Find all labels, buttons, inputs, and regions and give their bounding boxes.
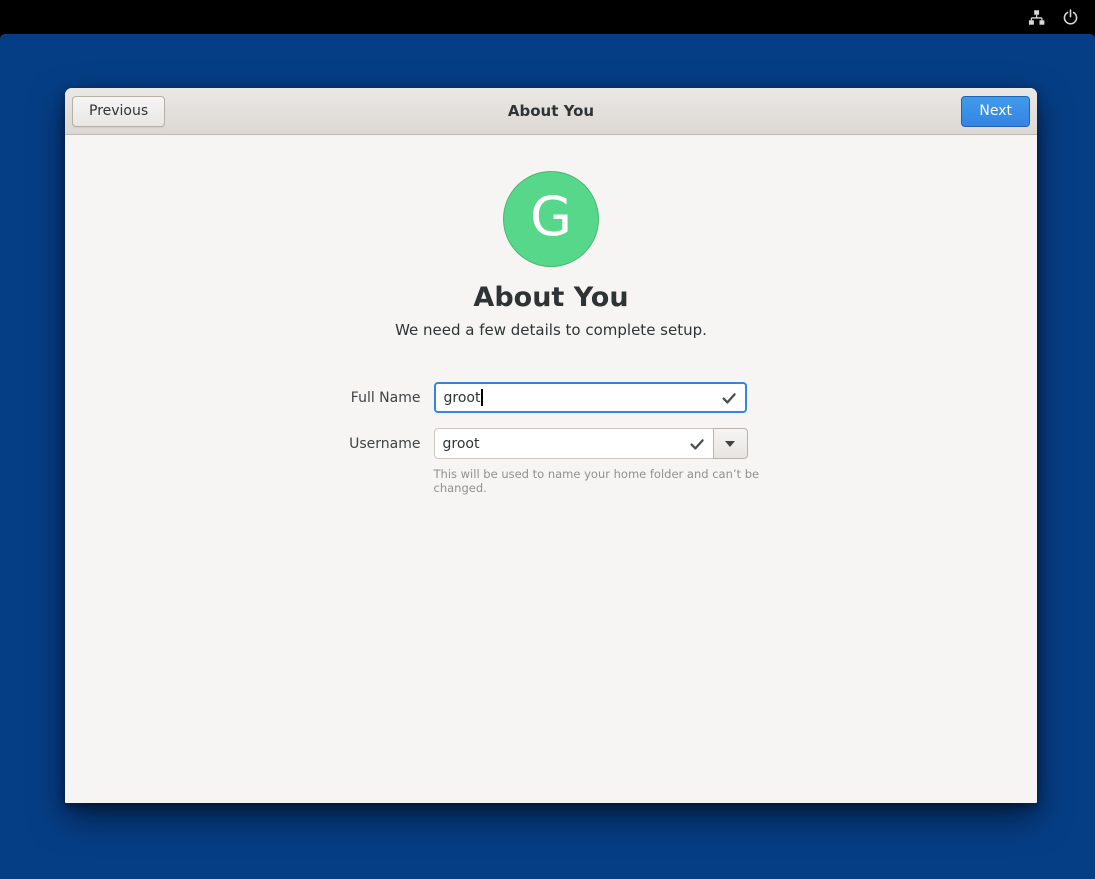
username-input[interactable]: groot (434, 428, 713, 459)
full-name-label: Full Name (339, 390, 421, 406)
top-bar (0, 0, 1095, 34)
chevron-down-icon (725, 441, 735, 447)
screen: Previous About You Next G About You We n… (0, 0, 1095, 879)
check-icon (721, 390, 737, 406)
network-icon[interactable] (1027, 8, 1045, 26)
full-name-row: Full Name groot (339, 382, 764, 413)
username-dropdown-button[interactable] (713, 428, 748, 459)
full-name-value: groot (444, 390, 481, 406)
username-hint: This will be used to name your home fold… (434, 467, 764, 495)
page-subtitle: We need a few details to complete setup. (395, 321, 707, 339)
full-name-input[interactable]: groot (434, 382, 747, 413)
text-caret (481, 389, 483, 406)
window-title: About You (508, 102, 594, 120)
header-bar: Previous About You Next (65, 88, 1037, 135)
page-title: About You (473, 282, 628, 313)
username-row: Username groot (339, 428, 764, 459)
check-icon (689, 436, 705, 452)
page-content: G About You We need a few details to com… (65, 135, 1037, 803)
username-hint-row: This will be used to name your home fold… (339, 467, 764, 495)
avatar-letter: G (530, 190, 572, 248)
power-icon[interactable] (1061, 8, 1079, 26)
setup-window: Previous About You Next G About You We n… (65, 88, 1037, 803)
previous-button[interactable]: Previous (72, 96, 165, 127)
avatar[interactable]: G (503, 171, 599, 267)
about-you-form: Full Name groot Username (339, 382, 764, 495)
next-button[interactable]: Next (961, 96, 1030, 127)
username-value: groot (443, 436, 480, 452)
username-label: Username (339, 436, 421, 452)
